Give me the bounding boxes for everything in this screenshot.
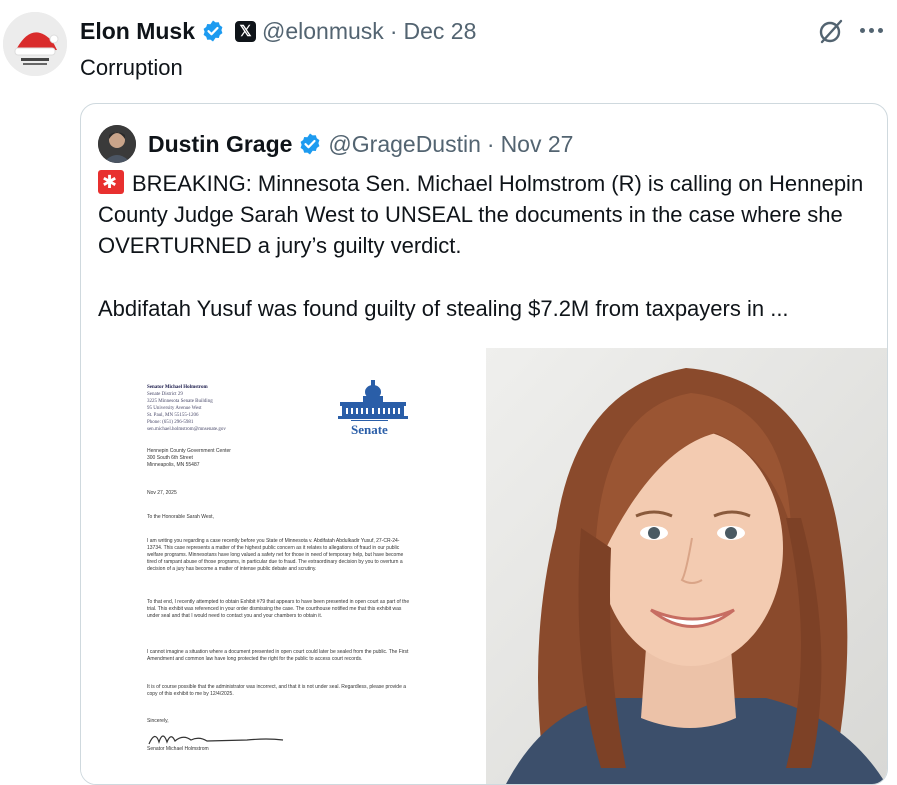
author-name[interactable]: Elon Musk bbox=[80, 18, 195, 45]
letter-sender-line: 95 University Avenue West bbox=[147, 406, 202, 411]
tweet-date[interactable]: Dec 28 bbox=[403, 18, 476, 45]
quoted-tweet-card[interactable]: Dustin Grage @GrageDustin · Nov 27 BREAK… bbox=[80, 103, 888, 785]
letter-sender-block: Senator Michael Holmstrom Senate Distric… bbox=[147, 384, 297, 433]
letter-image[interactable]: Senator Michael Holmstrom Senate Distric… bbox=[81, 348, 484, 784]
x-affiliate-icon[interactable]: 𝕏 bbox=[235, 20, 257, 42]
letter-sender-line: St. Paul, MN 55155-1206 bbox=[147, 413, 199, 418]
quoted-text-line1: BREAKING: Minnesota Sen. Michael Holmstr… bbox=[98, 171, 864, 258]
letter-closing: Sincerely, bbox=[147, 718, 169, 724]
quoted-tweet-header: Dustin Grage @GrageDustin · Nov 27 bbox=[98, 125, 574, 163]
verified-badge-icon bbox=[203, 20, 223, 42]
quoted-author-handle[interactable]: @GrageDustin bbox=[328, 131, 480, 158]
letter-sender-line: sen.michael.holmstrom@mnsenate.gov bbox=[147, 427, 226, 432]
grok-icon[interactable] bbox=[818, 18, 844, 44]
letter-sender-line: Senate District 29 bbox=[147, 392, 183, 397]
letter-paragraph: It is of course possible that the admini… bbox=[147, 684, 407, 697]
letter-paragraph: To that end, I recently attempted to obt… bbox=[147, 599, 410, 619]
letter-paragraph: I am writing you regarding a case recent… bbox=[147, 538, 404, 572]
tweet-header: Elon Musk 𝕏 @elonmusk · Dec 28 bbox=[80, 16, 476, 46]
letter-date: Nov 27, 2025 bbox=[147, 490, 177, 496]
letter-signature-name: Senator Michael Holmstrom bbox=[147, 746, 209, 752]
letter-paragraph: I cannot imagine a situation where a doc… bbox=[147, 649, 409, 662]
letter-salutation: To the Honorable Sarah West, bbox=[147, 514, 214, 520]
quoted-tweet-text: BREAKING: Minnesota Sen. Michael Holmstr… bbox=[98, 168, 868, 324]
portrait-photo[interactable] bbox=[486, 348, 887, 784]
author-avatar[interactable] bbox=[3, 12, 67, 76]
verified-badge-icon bbox=[301, 133, 320, 155]
quoted-author-avatar[interactable] bbox=[98, 125, 136, 163]
letter-recipient: Hennepin County Government Center 300 So… bbox=[147, 448, 347, 469]
letter-recipient-line: 300 South 6th Street bbox=[147, 455, 193, 461]
quoted-tweet-date[interactable]: Nov 27 bbox=[501, 131, 574, 158]
separator: · bbox=[389, 17, 398, 44]
letter-recipient-line: Hennepin County Government Center bbox=[147, 448, 231, 454]
rotating-light-icon bbox=[98, 170, 124, 194]
separator: · bbox=[486, 130, 495, 157]
more-options-icon[interactable] bbox=[860, 28, 886, 36]
quoted-author-name[interactable]: Dustin Grage bbox=[148, 131, 292, 158]
letter-recipient-line: Minneapolis, MN 55487 bbox=[147, 462, 200, 468]
senate-seal-label: Senate bbox=[351, 420, 388, 437]
letter-sender-name: Senator Michael Holmstrom bbox=[147, 385, 208, 390]
handwritten-signature bbox=[148, 735, 284, 745]
tweet-text: Corruption bbox=[80, 55, 183, 80]
letter-sender-line: 3225 Minnesota Senate Building bbox=[147, 399, 213, 404]
quoted-text-line2: Abdifatah Yusuf was found guilty of stea… bbox=[98, 296, 789, 321]
letter-sender-line: Phone: (651) 296-5981 bbox=[147, 420, 194, 425]
author-handle[interactable]: @elonmusk bbox=[262, 18, 384, 45]
